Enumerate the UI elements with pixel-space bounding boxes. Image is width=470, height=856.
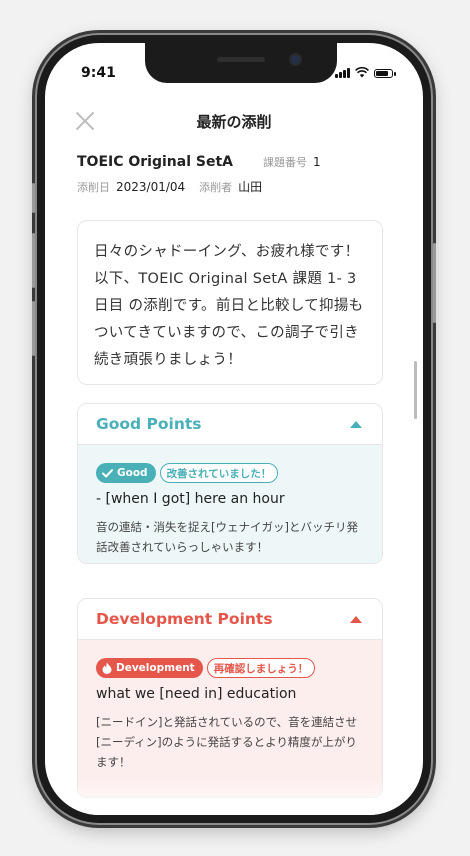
development-points-body: Development 再確認しましょう！ what we [need in] …: [78, 640, 382, 797]
development-points-header[interactable]: Development Points: [78, 599, 382, 640]
feedback-message-card: 日々のシャドーイング、お疲れ様です！以下、TOEIC Original SetA…: [77, 220, 383, 385]
correction-date: 2023/01/04: [116, 180, 186, 194]
development-phrase: what we [need in] education: [96, 686, 297, 702]
date-label: 添削日: [77, 181, 110, 194]
power-button: [433, 243, 436, 323]
development-tag: Development: [96, 658, 203, 678]
improved-badge: 改善されていました！: [159, 463, 279, 483]
collapse-arrow-icon[interactable]: [350, 420, 362, 428]
wifi-icon: [355, 67, 369, 78]
fire-icon: [102, 662, 112, 674]
good-points-title: Good Points: [96, 415, 202, 433]
check-icon: [102, 468, 113, 477]
corrector-label: 添削者: [199, 181, 233, 194]
camera-icon: [291, 55, 300, 64]
cellular-signal-icon: [335, 68, 350, 78]
page-title: 最新の添削: [196, 113, 272, 131]
navigation-bar: 最新の添削: [45, 97, 423, 143]
good-tag: Good: [96, 463, 156, 483]
feedback-message: 日々のシャドーイング、お疲れ様です！以下、TOEIC Original SetA…: [94, 244, 364, 368]
good-note: 音の連結・消失を捉え[ウェナイガッ]とバッチリ発話改善されていらっしゃいます！: [96, 520, 358, 554]
development-points-section: Development Points Development 再確認しましょう！…: [77, 598, 383, 798]
correction-meta: TOEIC Original SetA 課題番号 1 添削日 2023/01/0…: [77, 154, 403, 203]
development-points-title: Development Points: [96, 610, 273, 628]
bottom-fade: [45, 779, 423, 815]
development-note: [ニードイン]と発話されているので、音を連結させ[ニーディン]のように発話すると…: [96, 715, 358, 769]
recheck-badge: 再確認しましょう！: [206, 658, 316, 678]
good-tag-label: Good: [117, 467, 148, 479]
volume-down-button: [32, 301, 35, 356]
phone-screen: 9:41 最新の添削 TOEIC Original SetA 課題番号 1 添削…: [45, 43, 423, 815]
phone-frame: 9:41 最新の添削 TOEIC Original SetA 課題番号 1 添削…: [32, 33, 436, 825]
volume-up-button: [32, 233, 35, 288]
corrector-name: 山田: [238, 180, 263, 194]
good-points-section: Good Points Good 改善されていました！ - [when I go…: [77, 403, 383, 564]
good-phrase: - [when I got] here an hour: [96, 491, 285, 507]
collapse-arrow-icon[interactable]: [350, 615, 362, 623]
scrollbar[interactable]: [414, 361, 417, 419]
notch: [145, 43, 337, 83]
battery-icon: [374, 69, 396, 78]
task-number: 1: [313, 155, 321, 169]
good-points-header[interactable]: Good Points: [78, 404, 382, 445]
development-tag-label: Development: [116, 662, 195, 674]
mute-switch: [32, 183, 35, 213]
status-icons: [335, 67, 396, 78]
speaker: [217, 57, 265, 62]
good-points-body: Good 改善されていました！ - [when I got] here an h…: [78, 445, 382, 563]
set-name: TOEIC Original SetA: [77, 154, 233, 170]
status-time: 9:41: [81, 65, 116, 81]
task-number-label: 課題番号: [263, 156, 307, 169]
